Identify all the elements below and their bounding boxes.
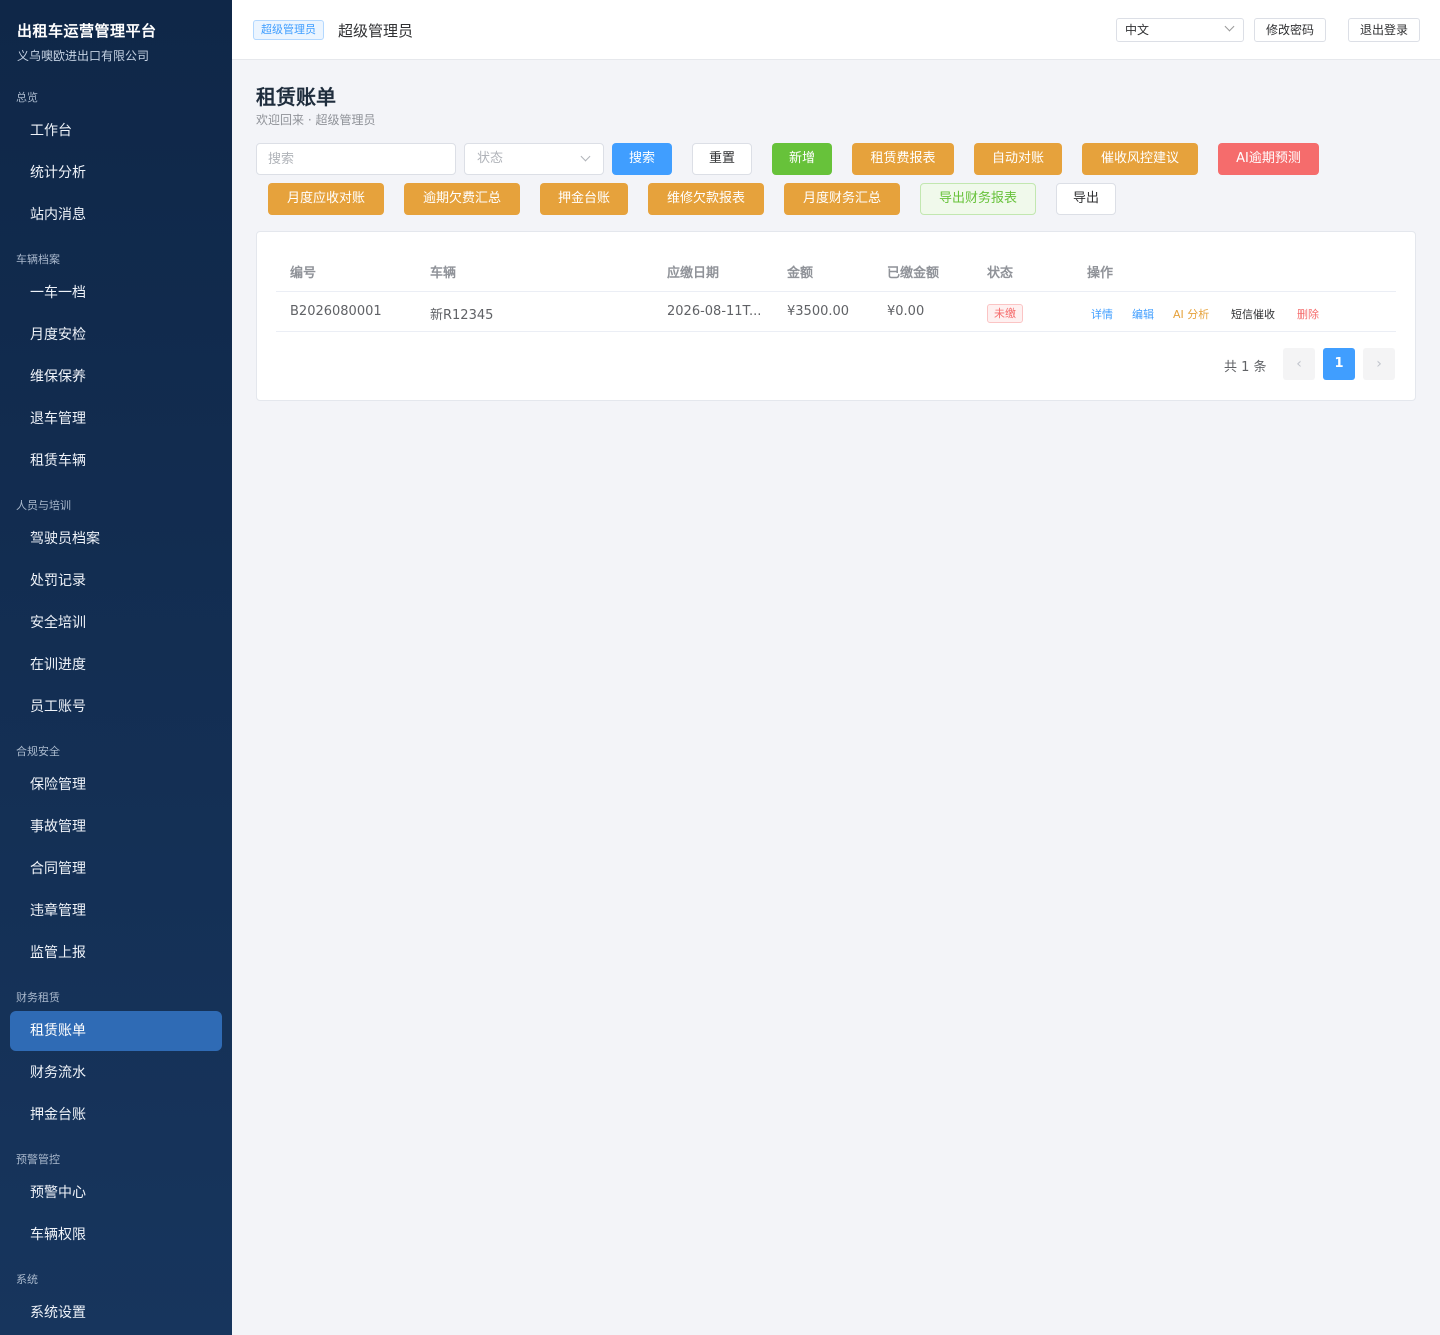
- sidebar-item-regulatory-report[interactable]: 监管上报: [10, 933, 222, 973]
- column-header-status: 状态: [987, 266, 1014, 281]
- pagination-prev-button[interactable]: ‹: [1283, 348, 1315, 380]
- nav-group-people: 人员与培训: [16, 499, 71, 512]
- table-header-divider: [276, 291, 1396, 292]
- collection-risk-button[interactable]: 催收风控建议: [1082, 143, 1198, 175]
- pagination-page-1[interactable]: 1: [1323, 348, 1355, 380]
- brand-subtitle: 义乌噢欧进出口有限公司: [17, 49, 150, 63]
- topbar: 超级管理员 超级管理员 中文 修改密码 退出登录: [232, 0, 1440, 60]
- ai-analysis-link[interactable]: AI 分析: [1173, 306, 1209, 322]
- role-tag: 超级管理员: [253, 20, 324, 40]
- sidebar-item-one-car-file[interactable]: 一车一档: [10, 273, 222, 313]
- ai-overdue-button[interactable]: AI逾期预测: [1218, 143, 1319, 175]
- sidebar-item-warning-center[interactable]: 预警中心: [10, 1173, 222, 1213]
- logout-button[interactable]: 退出登录: [1348, 18, 1421, 42]
- status-badge: 未缴: [987, 304, 1023, 323]
- nav-group-finance: 财务租赁: [16, 991, 60, 1004]
- edit-link[interactable]: 编辑: [1132, 306, 1154, 322]
- sidebar-item-stats[interactable]: 统计分析: [10, 153, 222, 193]
- sidebar-item-rental-bills[interactable]: 租赁账单: [10, 1011, 222, 1051]
- reset-button[interactable]: 重置: [692, 143, 752, 175]
- nav-group-compliance: 合规安全: [16, 745, 60, 758]
- column-header-id: 编号: [290, 266, 317, 281]
- sidebar-item-maintenance[interactable]: 维保保养: [10, 357, 222, 397]
- sidebar-item-monthly-inspection[interactable]: 月度安检: [10, 315, 222, 355]
- deposit-ledger-button[interactable]: 押金台账: [540, 183, 628, 215]
- sidebar-item-penalties[interactable]: 处罚记录: [10, 561, 222, 601]
- sidebar-item-vehicle-permissions[interactable]: 车辆权限: [10, 1215, 222, 1255]
- column-header-vehicle: 车辆: [430, 266, 457, 281]
- cell-vehicle: 新R12345: [430, 308, 494, 323]
- chevron-left-icon: ‹: [1296, 356, 1302, 372]
- table-row-divider: [276, 331, 1396, 332]
- search-input[interactable]: [256, 143, 456, 175]
- column-header-due-date: 应缴日期: [667, 266, 720, 281]
- sidebar-item-safety-training[interactable]: 安全培训: [10, 603, 222, 643]
- nav-group-system: 系统: [16, 1273, 38, 1286]
- sidebar-item-messages[interactable]: 站内消息: [10, 195, 222, 235]
- sidebar-item-training-progress[interactable]: 在训进度: [10, 645, 222, 685]
- sidebar-item-violations[interactable]: 违章管理: [10, 891, 222, 931]
- chevron-down-icon: [1224, 21, 1235, 32]
- export-button[interactable]: 导出: [1056, 183, 1116, 215]
- nav-group-vehicles: 车辆档案: [16, 253, 60, 266]
- page-title: 租赁账单: [256, 85, 336, 109]
- add-button[interactable]: 新增: [772, 143, 832, 175]
- sidebar: 出租车运营管理平台 义乌噢欧进出口有限公司 总览 工作台 统计分析 站内消息 车…: [0, 0, 232, 1335]
- auto-reconcile-button[interactable]: 自动对账: [974, 143, 1062, 175]
- sidebar-item-car-return[interactable]: 退车管理: [10, 399, 222, 439]
- language-select[interactable]: 中文: [1116, 18, 1244, 42]
- pagination-total: 共 1 条: [1224, 360, 1267, 375]
- cell-paid: ¥0.00: [887, 304, 925, 319]
- language-value: 中文: [1125, 23, 1150, 37]
- sidebar-item-workbench[interactable]: 工作台: [10, 111, 222, 151]
- sidebar-item-contracts[interactable]: 合同管理: [10, 849, 222, 889]
- column-header-amount: 金额: [787, 266, 814, 281]
- sidebar-item-finance-flow[interactable]: 财务流水: [10, 1053, 222, 1093]
- delete-link[interactable]: 删除: [1297, 306, 1319, 322]
- nav-group-overview: 总览: [16, 91, 38, 104]
- change-password-button[interactable]: 修改密码: [1254, 18, 1327, 42]
- sidebar-item-system-settings[interactable]: 系统设置: [10, 1293, 222, 1333]
- monthly-receivable-button[interactable]: 月度应收对账: [268, 183, 384, 215]
- column-header-paid: 已缴金额: [887, 266, 940, 281]
- pagination-next-button[interactable]: ›: [1363, 348, 1395, 380]
- rent-report-button[interactable]: 租赁费报表: [852, 143, 954, 175]
- status-select[interactable]: 状态: [464, 143, 604, 175]
- chevron-right-icon: ›: [1376, 356, 1382, 372]
- sidebar-item-deposit-ledger[interactable]: 押金台账: [10, 1095, 222, 1135]
- sidebar-item-driver-files[interactable]: 驾驶员档案: [10, 519, 222, 559]
- chevron-down-icon: [580, 151, 591, 162]
- cell-id: B2026080001: [290, 304, 382, 319]
- column-header-actions: 操作: [1087, 266, 1114, 281]
- sidebar-item-insurance[interactable]: 保险管理: [10, 765, 222, 805]
- sms-collection-link[interactable]: 短信催收: [1231, 306, 1275, 322]
- brand-title: 出租车运营管理平台: [17, 22, 157, 40]
- monthly-finance-button[interactable]: 月度财务汇总: [784, 183, 900, 215]
- sidebar-item-rental-vehicles[interactable]: 租赁车辆: [10, 441, 222, 481]
- user-name: 超级管理员: [338, 22, 414, 40]
- search-button[interactable]: 搜索: [612, 143, 672, 175]
- detail-link[interactable]: 详情: [1091, 306, 1113, 322]
- repair-debt-report-button[interactable]: 维修欠款报表: [648, 183, 764, 215]
- page-subtitle: 欢迎回来 · 超级管理员: [256, 113, 376, 127]
- sidebar-item-accidents[interactable]: 事故管理: [10, 807, 222, 847]
- cell-due-date: 2026-08-11T...: [667, 304, 762, 319]
- export-finance-button[interactable]: 导出财务报表: [920, 183, 1036, 215]
- status-select-placeholder: 状态: [477, 151, 504, 166]
- cell-amount: ¥3500.00: [787, 304, 850, 319]
- sidebar-item-staff-accounts[interactable]: 员工账号: [10, 687, 222, 727]
- nav-group-warning: 预警管控: [16, 1153, 60, 1166]
- overdue-summary-button[interactable]: 逾期欠费汇总: [404, 183, 520, 215]
